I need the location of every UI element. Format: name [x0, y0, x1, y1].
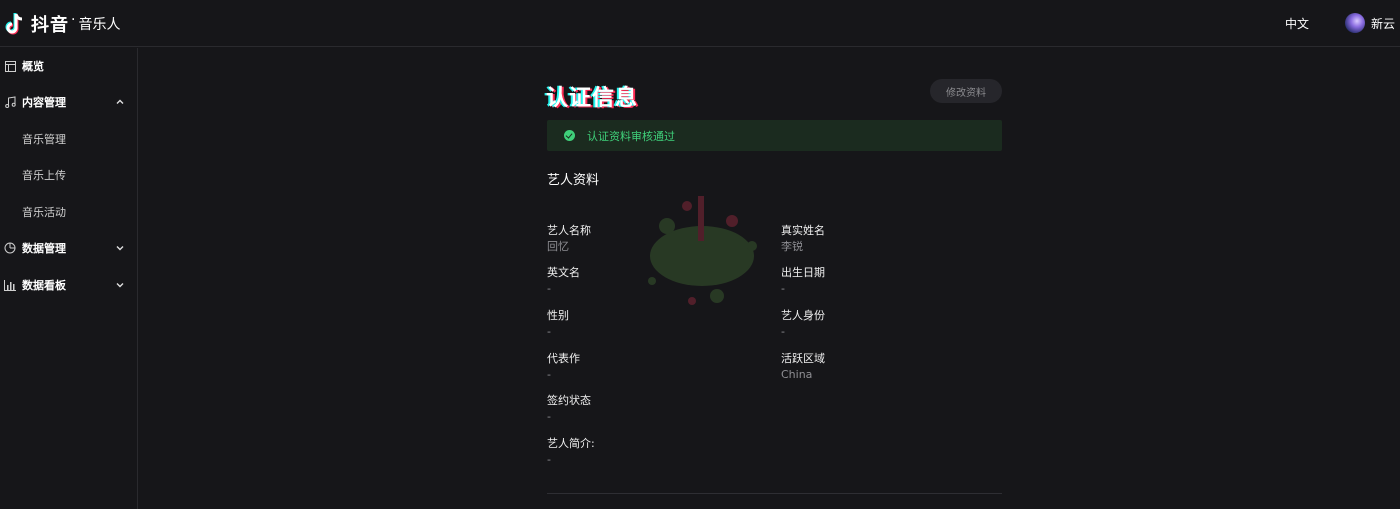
alert-text: 认证资料审核通过 [587, 129, 675, 143]
field-value: - [781, 282, 785, 295]
sidebar-item-music-upload[interactable]: 音乐上传 [0, 157, 137, 193]
music-note-icon [4, 96, 16, 108]
sidebar-item-label: 音乐上传 [22, 169, 66, 182]
sidebar-item-data-management[interactable]: 数据管理 [0, 230, 137, 266]
field-value: 回忆 [547, 240, 569, 253]
field-gender: 性别 - [547, 309, 569, 339]
field-representative-work: 代表作 - [547, 352, 580, 382]
user-menu[interactable]: 新云 [1345, 13, 1395, 33]
section-title: 艺人资料 [547, 173, 600, 188]
field-label: 英文名 [547, 266, 580, 279]
field-value: - [781, 325, 785, 338]
sidebar-item-overview[interactable]: 概览 [0, 48, 137, 84]
field-contract-status: 签约状态 - [547, 394, 591, 424]
sidebar-item-label: 内容管理 [22, 96, 66, 109]
field-identity: 艺人身份 - [781, 309, 825, 339]
chevron-down-icon [116, 246, 124, 251]
sidebar-item-label: 音乐活动 [22, 206, 66, 219]
field-value: - [547, 325, 551, 338]
success-alert: 认证资料审核通过 [547, 120, 1002, 151]
language-switch[interactable]: 中文 [1285, 15, 1309, 32]
field-label: 性别 [547, 309, 569, 322]
field-value: China [781, 368, 813, 381]
brand-separator: · [71, 12, 76, 28]
field-active-region: 活跃区域 China [781, 352, 825, 382]
sidebar-item-label: 音乐管理 [22, 133, 66, 146]
sidebar: 概览 内容管理 音乐管理 音乐上传 音乐活动 数据管理 数据看板 [0, 48, 138, 509]
pie-chart-icon [4, 242, 16, 254]
chevron-down-icon [116, 283, 124, 288]
layout-icon [4, 60, 16, 72]
brand-name: 抖音 [31, 15, 69, 36]
sidebar-item-music-activity[interactable]: 音乐活动 [0, 194, 137, 230]
chevron-up-icon [116, 99, 124, 104]
bar-chart-icon [4, 279, 16, 291]
douyin-logo[interactable]: 抖音 · 音乐人 [4, 10, 120, 38]
page-title: 认证信息 [546, 86, 639, 111]
field-label: 艺人简介: [547, 437, 595, 450]
section-divider [547, 493, 1002, 494]
brand-subtitle: 音乐人 [78, 17, 121, 33]
sidebar-item-label: 数据看板 [22, 279, 66, 292]
sidebar-item-content-management[interactable]: 内容管理 [0, 84, 137, 120]
field-value: - [547, 282, 551, 295]
field-label: 出生日期 [781, 266, 825, 279]
tiktok-note-icon [5, 13, 23, 35]
field-value: - [547, 410, 551, 423]
watermark-logo [648, 196, 757, 305]
field-label: 代表作 [547, 352, 580, 365]
avatar [1345, 13, 1365, 33]
field-value: - [547, 368, 551, 381]
field-value: - [547, 453, 551, 466]
field-label: 签约状态 [547, 394, 591, 407]
sidebar-item-data-dashboard[interactable]: 数据看板 [0, 267, 137, 303]
field-label: 艺人身份 [781, 309, 825, 322]
field-value: 李锐 [781, 240, 803, 253]
field-label: 真实姓名 [781, 224, 825, 237]
field-real-name: 真实姓名 李锐 [781, 224, 825, 254]
field-label: 活跃区域 [781, 352, 825, 365]
field-bio: 艺人简介: - [547, 437, 595, 467]
check-circle-icon [564, 130, 575, 141]
user-name: 新云 [1371, 16, 1396, 31]
field-english-name: 英文名 - [547, 266, 580, 296]
sidebar-item-label: 概览 [22, 60, 44, 73]
top-bar: 抖音 · 音乐人 中文 新云 [0, 0, 1400, 47]
field-birth-date: 出生日期 - [781, 266, 825, 296]
sidebar-item-label: 数据管理 [22, 242, 66, 255]
field-artist-name: 艺人名称 回忆 [547, 224, 591, 254]
field-label: 艺人名称 [547, 224, 591, 237]
edit-profile-button[interactable]: 修改资料 [930, 79, 1002, 103]
sidebar-item-music-management[interactable]: 音乐管理 [0, 121, 137, 157]
